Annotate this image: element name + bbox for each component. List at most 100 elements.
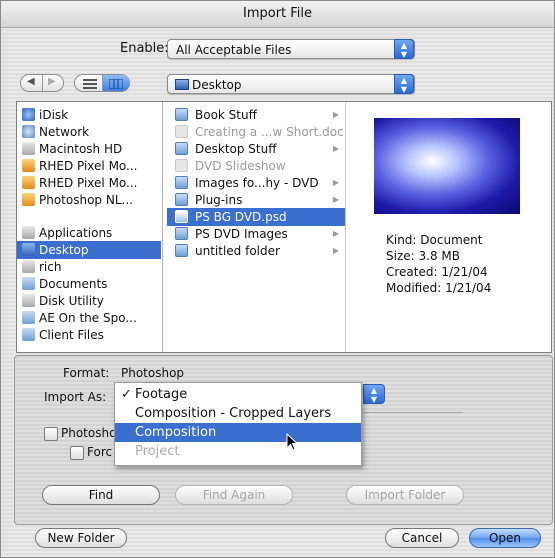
folder-icon — [175, 108, 188, 121]
file-list-item-label: Plug-ins — [195, 193, 243, 207]
divider — [363, 412, 463, 413]
sidebar: iDisk Network Macintosh HD RHED Pixel Mo...… — [17, 102, 163, 352]
sidebar-item[interactable]: Documents — [17, 275, 161, 293]
menu-item-label: Footage — [135, 387, 188, 402]
location-popup[interactable]: Desktop ▲ ▼ — [167, 74, 415, 94]
sidebar-item[interactable]: AE On the Spo... — [17, 309, 161, 327]
sidebar-item-label: iDisk — [39, 108, 69, 122]
folder-icon — [175, 193, 188, 206]
folder-icon — [22, 311, 35, 324]
import-as-popup-arrows-icon[interactable]: ▲ ▼ — [363, 384, 385, 404]
menu-item[interactable]: ✓ Footage — [115, 385, 361, 404]
preview-size: Size: 3.8 MB — [386, 249, 460, 263]
document-icon — [175, 210, 188, 223]
find-button[interactable]: Find — [42, 485, 160, 505]
sidebar-item-label: AE On the Spo... — [39, 311, 137, 325]
menu-item[interactable]: Composition - Cropped Layers — [115, 404, 361, 423]
sidebar-item[interactable]: Network — [17, 123, 161, 141]
idisk-icon — [22, 108, 35, 121]
preview-thumbnail — [374, 118, 520, 214]
document-icon — [175, 159, 188, 172]
sidebar-item[interactable]: RHED Pixel Mo... — [17, 174, 161, 192]
file-list-item-label: untitled folder — [195, 244, 280, 258]
menu-item[interactable]: Composition — [115, 423, 361, 442]
file-list-item-label: PS BG DVD.psd — [195, 210, 287, 224]
sidebar-item[interactable]: iDisk — [17, 106, 161, 124]
preview-modified: Modified: 1/21/04 — [386, 281, 492, 295]
sidebar-item[interactable]: RHED Pixel Mo... — [17, 157, 161, 175]
sidebar-item[interactable]: Photoshop NL... — [17, 191, 161, 209]
file-list-item[interactable]: PS BG DVD.psd — [167, 208, 345, 226]
disclosure-arrow-icon: ▶ — [332, 246, 339, 255]
file-list-item-label: PS DVD Images — [195, 227, 288, 241]
folder-icon — [175, 244, 188, 257]
import-folder-button[interactable]: Import Folder — [346, 485, 464, 505]
menu-item-label: Composition — [135, 425, 217, 440]
sidebar-item[interactable]: Client Files — [17, 326, 161, 344]
sidebar-item-label: rich — [39, 260, 62, 274]
force-alphabetical-checkbox[interactable] — [70, 446, 84, 460]
file-column: Book Stuff ▶ Creating a ...w Short.doc Desk… — [167, 102, 346, 352]
disclosure-arrow-icon: ▶ — [332, 110, 339, 119]
sidebar-item[interactable]: Disk Utility — [17, 292, 161, 310]
sidebar-item[interactable]: Macintosh HD — [17, 140, 161, 158]
import-as-menu: ✓ Footage Composition - Cropped Layers Comp… — [114, 382, 362, 466]
format-value: Photoshop — [121, 366, 185, 380]
folder-icon — [22, 328, 35, 341]
disk-icon — [22, 159, 35, 172]
find-again-button[interactable]: Find Again — [175, 485, 293, 505]
back-arrow-icon[interactable]: ◀ — [27, 76, 35, 87]
disclosure-arrow-icon: ▶ — [332, 144, 339, 153]
popup-arrows-icon: ▲ ▼ — [394, 39, 414, 59]
disk-utility-icon — [22, 294, 35, 307]
sidebar-item-label: Disk Utility — [39, 294, 104, 308]
file-list-item-label: Images fo...hy - DVD — [195, 176, 319, 190]
home-icon — [22, 260, 35, 273]
desktop-icon — [175, 79, 189, 90]
popup-arrows-icon: ▲ ▼ — [394, 74, 414, 94]
sidebar-item[interactable]: Applications — [17, 224, 161, 242]
new-folder-button[interactable]: New Folder — [35, 528, 127, 548]
column-view-icon[interactable] — [108, 78, 124, 90]
file-browser: iDisk Network Macintosh HD RHED Pixel Mo...… — [16, 101, 552, 353]
sidebar-item[interactable]: Desktop — [17, 241, 161, 259]
back-forward-control[interactable]: ◀ ▶ — [20, 74, 64, 92]
sidebar-item-label: RHED Pixel Mo... — [39, 159, 138, 173]
folder-icon — [175, 176, 188, 189]
mouse-pointer-icon — [286, 432, 300, 453]
file-list-item[interactable]: untitled folder ▶ — [167, 242, 345, 260]
file-list-item-label: Desktop Stuff — [195, 142, 277, 156]
photoshop-sequence-checkbox[interactable] — [44, 427, 58, 441]
file-list-item[interactable]: Creating a ...w Short.doc — [167, 123, 345, 141]
force-alphabetical-label: Forc — [87, 445, 113, 459]
preview-created: Created: 1/21/04 — [386, 265, 488, 279]
folder-icon — [175, 142, 188, 155]
enable-popup-value: All Acceptable Files — [176, 43, 292, 57]
file-list-item[interactable]: Desktop Stuff ▶ — [167, 140, 345, 158]
checkmark-icon: ✓ — [121, 387, 132, 402]
cancel-button[interactable]: Cancel — [385, 528, 459, 548]
enable-popup[interactable]: All Acceptable Files ▲ ▼ — [167, 39, 415, 59]
menu-item-label: Composition - Cropped Layers — [135, 406, 332, 421]
forward-arrow-icon[interactable]: ▶ — [48, 76, 56, 87]
file-list-item[interactable]: DVD Slideshow — [167, 157, 345, 175]
sidebar-item-label: Photoshop NL... — [39, 193, 133, 207]
network-icon — [22, 125, 35, 138]
open-button[interactable]: Open — [469, 528, 541, 548]
applications-icon — [22, 226, 35, 239]
file-list-item[interactable]: Plug-ins ▶ — [167, 191, 345, 209]
list-view-icon[interactable] — [83, 78, 97, 89]
documents-icon — [22, 277, 35, 290]
file-list-item[interactable]: Book Stuff ▶ — [167, 106, 345, 124]
hard-disk-icon — [22, 142, 35, 155]
view-mode-control[interactable] — [74, 74, 130, 92]
file-list-item-label: Creating a ...w Short.doc — [195, 125, 344, 139]
sidebar-item[interactable]: rich — [17, 258, 161, 276]
sidebar-item-label: Network — [39, 125, 90, 139]
preview-column: Kind: Document Size: 3.8 MB Created: 1/2… — [346, 102, 550, 352]
disclosure-arrow-icon: ▶ — [332, 229, 339, 238]
file-list-item[interactable]: PS DVD Images ▶ — [167, 225, 345, 243]
file-list-item[interactable]: Images fo...hy - DVD ▶ — [167, 174, 345, 192]
enable-label: Enable: — [120, 41, 169, 56]
disk-icon — [22, 176, 35, 189]
